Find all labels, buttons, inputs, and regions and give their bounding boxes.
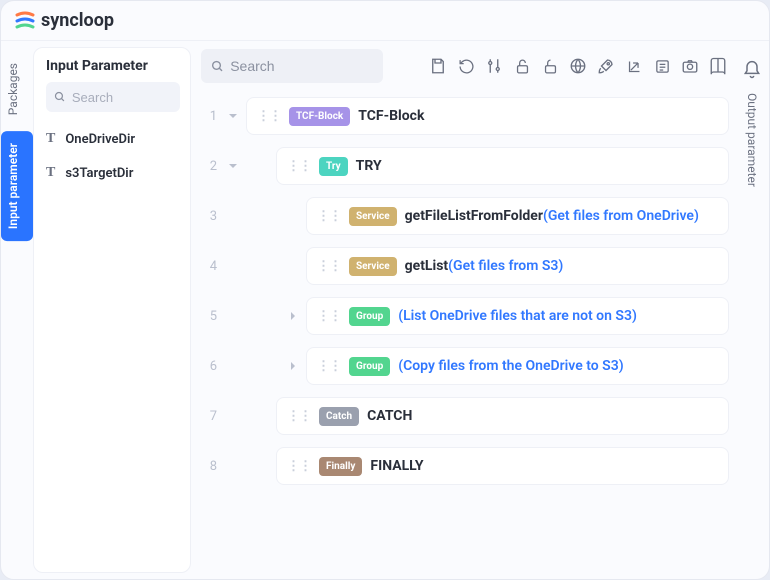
globe-icon[interactable]: [567, 55, 589, 77]
step-badge: Service: [349, 207, 397, 226]
step-card[interactable]: ⋮⋮ Catch CATCH: [276, 397, 729, 435]
chevron-right-icon[interactable]: [285, 361, 301, 371]
app-window: syncloop Packages Input parameter Input …: [0, 0, 770, 580]
step-text: getFileListFromFolder: [405, 208, 543, 224]
line-number: 3: [201, 209, 217, 224]
drag-grip-icon[interactable]: ⋮⋮: [317, 259, 341, 274]
lock-icon[interactable]: [539, 55, 561, 77]
line-number: 1: [201, 109, 217, 124]
list-icon[interactable]: [651, 55, 673, 77]
line-number: 6: [201, 359, 217, 374]
flow-rows: 1 ⋮⋮ TCF-Block TCF-Block 2 ⋮⋮ Try TRY 3 ⋮⋮ Service…: [201, 97, 729, 571]
flow-row[interactable]: 7 ⋮⋮ Catch CATCH: [201, 397, 729, 435]
step-badge: Try: [319, 157, 348, 176]
chevron-down-icon[interactable]: [225, 161, 241, 171]
step-card[interactable]: ⋮⋮ TCF-Block TCF-Block: [246, 97, 729, 135]
tab-input-parameter[interactable]: Input parameter: [1, 131, 33, 241]
step-badge: Group: [349, 307, 390, 326]
step-hint: (List OneDrive files that are not on S3): [398, 308, 637, 324]
step-hint: (Get files from OneDrive): [543, 208, 699, 224]
search-icon: [211, 59, 224, 74]
flow-row[interactable]: 2 ⋮⋮ Try TRY: [201, 147, 729, 185]
flow-row[interactable]: 6 ⋮⋮ Group (Copy files from the OneDrive to…: [201, 347, 729, 385]
step-text: TCF-Block: [358, 108, 424, 124]
sidebar-item-label: OneDriveDir: [65, 132, 135, 147]
chevron-right-icon[interactable]: [285, 311, 301, 321]
step-card[interactable]: ⋮⋮ Service getList (Get files from S3): [306, 247, 729, 285]
step-text: CATCH: [367, 408, 412, 424]
sidebar-search-input[interactable]: [72, 90, 172, 105]
step-card[interactable]: ⋮⋮ Group (Copy files from the OneDrive to …: [306, 347, 729, 385]
line-number: 8: [201, 459, 217, 474]
settings-icon[interactable]: [483, 55, 505, 77]
step-badge: Catch: [319, 407, 359, 426]
sidebar-item-s3targetdir[interactable]: T s3TargetDir: [46, 156, 180, 190]
step-card[interactable]: ⋮⋮ Group (List OneDrive files that are not…: [306, 297, 729, 335]
step-text: getList: [405, 258, 449, 274]
text-type-icon: T: [46, 131, 55, 147]
flow-row[interactable]: 4 ⋮⋮ Service getList (Get files from S3): [201, 247, 729, 285]
camera-icon[interactable]: [679, 55, 701, 77]
flow-row[interactable]: 1 ⋮⋮ TCF-Block TCF-Block: [201, 97, 729, 135]
step-card[interactable]: ⋮⋮ Service getFileListFromFolder (Get file…: [306, 197, 729, 235]
brand-name: syncloop: [41, 10, 114, 31]
tab-output-parameter[interactable]: Output parameter: [745, 93, 759, 187]
line-number: 4: [201, 259, 217, 274]
logo: syncloop: [15, 10, 114, 31]
center-panel: 1 ⋮⋮ TCF-Block TCF-Block 2 ⋮⋮ Try TRY 3 ⋮⋮ Service…: [191, 41, 735, 579]
refresh-icon[interactable]: [455, 55, 477, 77]
flow-row[interactable]: 8 ⋮⋮ Finally FINALLY: [201, 447, 729, 485]
step-card[interactable]: ⋮⋮ Finally FINALLY: [276, 447, 729, 485]
line-number: 2: [201, 159, 217, 174]
bell-icon[interactable]: [741, 59, 763, 81]
text-type-icon: T: [46, 165, 55, 181]
right-bar: Output parameter: [735, 41, 769, 579]
tab-packages[interactable]: Packages: [1, 51, 33, 127]
left-tabs: Packages Input parameter: [1, 41, 33, 579]
main: Packages Input parameter Input Parameter…: [1, 41, 769, 579]
header: syncloop: [1, 1, 769, 41]
step-hint: (Get files from S3): [448, 258, 563, 274]
step-hint: (Copy files from the OneDrive to S3): [398, 358, 623, 374]
step-badge: Group: [349, 357, 390, 376]
sidebar-search[interactable]: [46, 82, 180, 112]
step-text: FINALLY: [370, 458, 423, 474]
drag-grip-icon[interactable]: ⋮⋮: [287, 159, 311, 174]
drag-grip-icon[interactable]: ⋮⋮: [257, 109, 281, 124]
sidebar: Input Parameter T OneDriveDir T s3Target…: [33, 47, 191, 573]
flow-row[interactable]: 5 ⋮⋮ Group (List OneDrive files that are no…: [201, 297, 729, 335]
logo-icon: [15, 11, 35, 31]
drag-grip-icon[interactable]: ⋮⋮: [287, 459, 311, 474]
sidebar-title: Input Parameter: [46, 58, 180, 74]
search-icon: [54, 90, 66, 104]
rocket-icon[interactable]: [595, 55, 617, 77]
export-icon[interactable]: [623, 55, 645, 77]
toolbar-icons: [427, 55, 729, 77]
main-search-input[interactable]: [230, 58, 373, 74]
step-card[interactable]: ⋮⋮ Try TRY: [276, 147, 729, 185]
chevron-down-icon[interactable]: [225, 111, 241, 121]
main-search[interactable]: [201, 49, 383, 83]
drag-grip-icon[interactable]: ⋮⋮: [317, 359, 341, 374]
step-badge: Service: [349, 257, 397, 276]
drag-grip-icon[interactable]: ⋮⋮: [287, 409, 311, 424]
line-number: 7: [201, 409, 217, 424]
line-number: 5: [201, 309, 217, 324]
drag-grip-icon[interactable]: ⋮⋮: [317, 209, 341, 224]
drag-grip-icon[interactable]: ⋮⋮: [317, 309, 341, 324]
save-icon[interactable]: [427, 55, 449, 77]
step-badge: Finally: [319, 457, 362, 476]
sidebar-item-onedrivedir[interactable]: T OneDriveDir: [46, 122, 180, 156]
sidebar-item-label: s3TargetDir: [65, 166, 133, 181]
step-badge: TCF-Block: [289, 107, 350, 126]
toolbar: [201, 49, 729, 83]
unlock-icon[interactable]: [511, 55, 533, 77]
step-text: TRY: [356, 158, 382, 174]
book-icon[interactable]: [707, 55, 729, 77]
flow-row[interactable]: 3 ⋮⋮ Service getFileListFromFolder (Get fil…: [201, 197, 729, 235]
